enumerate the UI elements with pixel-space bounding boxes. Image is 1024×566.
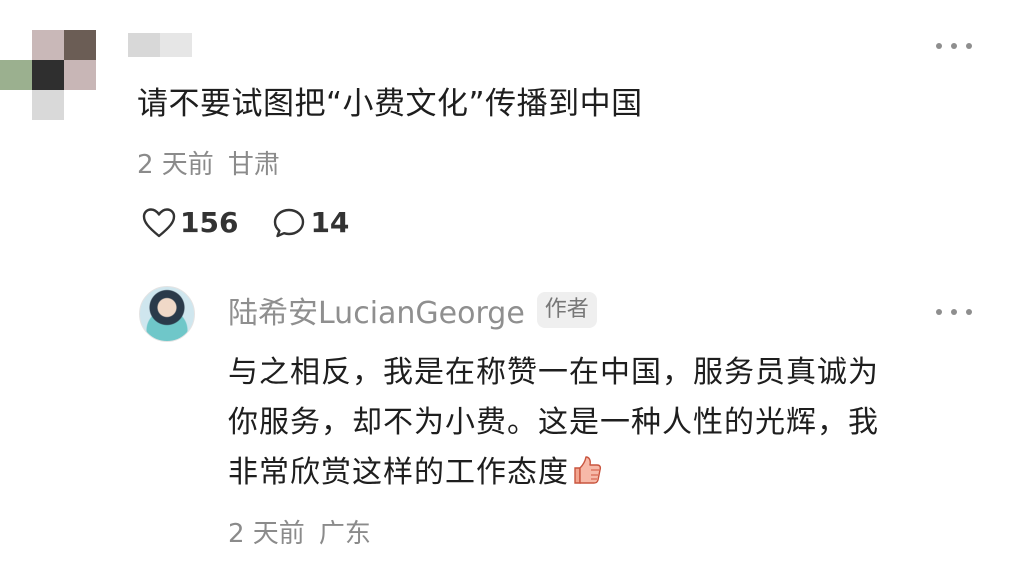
comment-actions: 156 14: [142, 206, 349, 239]
reply-time: 2 天前: [228, 519, 305, 549]
heart-icon: [142, 207, 176, 237]
author-badge: 作者: [536, 292, 597, 328]
reply-text-line: 非常欣赏这样的工作态度: [228, 448, 968, 502]
comment-meta: 2 天前 甘肃: [137, 149, 280, 181]
like-count: 156: [180, 206, 239, 239]
reply-count: 14: [310, 206, 350, 239]
comment-username-blurred[interactable]: [128, 33, 192, 57]
reply-location: 广东: [318, 519, 371, 549]
reply-author-row: 陆希安LucianGeorge 作者: [228, 288, 597, 332]
more-dots-icon: [936, 43, 942, 49]
like-button[interactable]: 156: [142, 206, 238, 239]
comment-time: 2 天前: [137, 150, 214, 180]
reply-count-button[interactable]: 14: [272, 206, 349, 239]
more-dots-icon: [936, 309, 942, 315]
comment-text: 请不要试图把“小费文化”传播到中国: [137, 86, 643, 122]
reply-avatar[interactable]: [139, 286, 195, 342]
reply-author-name[interactable]: 陆希安LucianGeorge: [228, 288, 525, 332]
comment-avatar-pixelated[interactable]: [0, 30, 96, 120]
reply-text: 与之相反，我是在称赞一在中国，服务员真诚为 你服务，却不为小费。这是一种人性的光…: [228, 348, 968, 502]
reply-text-line: 与之相反，我是在称赞一在中国，服务员真诚为: [228, 355, 879, 390]
comment-more-button[interactable]: [936, 38, 972, 54]
reply-meta: 2 天前 广东: [228, 518, 371, 550]
reply-text-line-content: 非常欣赏这样的工作态度: [228, 455, 569, 490]
reply-more-button[interactable]: [936, 304, 972, 320]
comment-location: 甘肃: [227, 150, 280, 180]
thumbs-up-emoji-icon: [571, 452, 603, 502]
comment-bubble-icon: [274, 208, 305, 237]
reply-text-line: 你服务，却不为小费。这是一种人性的光辉，我: [228, 405, 879, 440]
